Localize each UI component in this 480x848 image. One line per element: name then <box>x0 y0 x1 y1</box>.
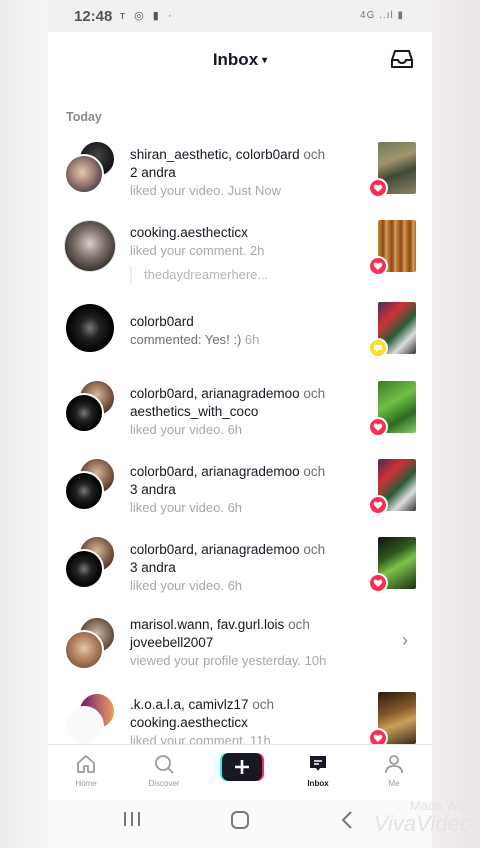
notification-users[interactable]: marisol.wann, fav.gurl.lois <box>130 617 284 632</box>
tab-home[interactable]: Home <box>54 753 118 788</box>
notification-row[interactable]: colorb0ard, arianagrademoo och 3 andra l… <box>48 535 432 613</box>
notification-time: 10h <box>304 653 327 668</box>
create-video-button[interactable] <box>220 753 264 781</box>
notification-users[interactable]: colorb0ard <box>130 313 348 331</box>
profile-icon <box>385 755 403 774</box>
heart-badge-icon <box>368 256 388 276</box>
notification-action: liked your video. <box>130 422 224 437</box>
notification-row[interactable]: marisol.wann, fav.gurl.lois och joveebel… <box>48 614 432 692</box>
tab-label: Me <box>388 779 400 788</box>
notification-time: 6h <box>227 578 243 593</box>
conjunction-text: och <box>299 147 326 162</box>
inbox-title-dropdown[interactable]: Inbox ▾ <box>48 50 432 70</box>
caret-down-icon: ▾ <box>262 55 268 66</box>
group-avatar <box>64 457 118 511</box>
notification-users[interactable]: .k.o.a.l.a, camivlz17 <box>130 697 249 712</box>
notification-time: Just Now <box>227 183 282 198</box>
notification-action: liked your video. <box>130 500 224 515</box>
direct-messages-tray-icon[interactable] <box>390 48 414 75</box>
notification-time: 6h <box>227 422 243 437</box>
notification-users[interactable]: colorb0ard, arianagrademoo <box>130 464 300 479</box>
notification-more-users: aesthetics_with_coco <box>130 404 259 419</box>
avatar <box>64 220 116 272</box>
tab-label: Discover <box>148 779 180 788</box>
avatar <box>64 302 118 356</box>
heart-badge-icon <box>368 495 388 515</box>
avatar <box>64 706 104 746</box>
phone-screen: 12:48 ᴛ ◎ ▮ · 4G ..ıl ▮ Inbox ▾ Today shi… <box>48 0 432 848</box>
avatar <box>64 393 104 433</box>
watermark: Made With VivaVideo <box>374 798 472 837</box>
group-avatar <box>64 616 118 670</box>
search-icon <box>155 755 174 774</box>
tab-discover[interactable]: Discover <box>132 753 196 788</box>
notification-row[interactable]: colorb0ard, arianagrademoo och 3 andra l… <box>48 457 432 535</box>
notification-more-users: 3 andra <box>130 560 176 575</box>
group-avatar <box>64 379 118 433</box>
heart-badge-icon <box>368 417 388 437</box>
group-avatar <box>64 692 118 746</box>
back-icon[interactable] <box>340 810 354 835</box>
notification-users[interactable]: colorb0ard, arianagrademoo <box>130 542 300 557</box>
inbox-message-icon <box>310 756 326 771</box>
avatar <box>64 549 104 589</box>
tab-inbox[interactable]: Inbox <box>286 753 350 788</box>
notification-action: commented: Yes! :) <box>130 332 242 347</box>
page-title: Inbox <box>212 50 259 69</box>
notification-action: liked your video. <box>130 183 224 198</box>
notification-row[interactable]: colorb0ard, arianagrademoo och aesthetic… <box>48 379 432 457</box>
comment-reply-preview: thedaydreamerhere... <box>130 266 348 284</box>
recent-apps-icon[interactable] <box>122 810 142 833</box>
bottom-tab-bar: Home Discover Inbox Me <box>48 744 432 801</box>
notification-more-users: 3 andra <box>130 482 176 497</box>
status-signal-icons: 4G ..ıl ▮ <box>360 10 404 21</box>
home-icon <box>77 755 95 773</box>
status-bar: 12:48 ᴛ ◎ ▮ · 4G ..ıl ▮ <box>48 0 432 32</box>
status-time: 12:48 <box>74 8 113 25</box>
notification-more-users: joveebell2007 <box>130 635 214 650</box>
conjunction-text: och <box>284 617 310 632</box>
status-notification-icons: ᴛ ◎ ▮ · <box>120 10 175 22</box>
conjunction-text: och <box>299 542 326 557</box>
conjunction-text: och <box>299 464 326 479</box>
group-avatar <box>64 140 118 194</box>
avatar <box>64 471 104 511</box>
notification-action: viewed your profile yesterday. <box>130 653 302 668</box>
avatar <box>64 220 118 274</box>
notification-more-users: cooking.aesthecticx <box>130 715 248 730</box>
home-button-icon[interactable] <box>230 810 250 835</box>
avatar <box>64 302 116 354</box>
conjunction-text: och <box>248 697 275 712</box>
notification-time: 6h <box>227 500 243 515</box>
conjunction-text: och <box>299 386 326 401</box>
plus-icon <box>220 753 264 781</box>
heart-badge-icon <box>368 178 388 198</box>
heart-badge-icon <box>368 573 388 593</box>
section-today-label: Today <box>66 110 102 124</box>
notification-users[interactable]: colorb0ard, arianagrademoo <box>130 386 300 401</box>
notification-users[interactable]: cooking.aesthecticx <box>130 224 348 242</box>
avatar <box>64 154 104 194</box>
comment-badge-icon <box>368 338 388 358</box>
notification-action: liked your video. <box>130 578 224 593</box>
avatar <box>64 630 104 670</box>
tab-label: Home <box>75 779 97 788</box>
notification-time: 2h <box>249 243 265 258</box>
notification-more-users: 2 andra <box>130 165 176 180</box>
notification-row[interactable]: shiran_aesthetic, colorb0ard och 2 andra… <box>48 140 432 218</box>
tab-me[interactable]: Me <box>362 753 426 788</box>
watermark-line2: VivaVideo <box>373 811 472 836</box>
chevron-right-icon[interactable]: › <box>402 630 408 651</box>
notification-row[interactable]: colorb0ard commented: Yes! :) 6h <box>48 300 432 378</box>
notification-action: liked your comment. <box>130 243 247 258</box>
notification-row[interactable]: cooking.aesthecticx liked your comment. … <box>48 218 432 296</box>
inbox-header: Inbox ▾ <box>48 32 432 88</box>
notification-users[interactable]: shiran_aesthetic, colorb0ard <box>130 147 300 162</box>
tab-label: Inbox <box>307 779 329 788</box>
notification-time: 6h <box>244 332 260 347</box>
group-avatar <box>64 535 118 589</box>
